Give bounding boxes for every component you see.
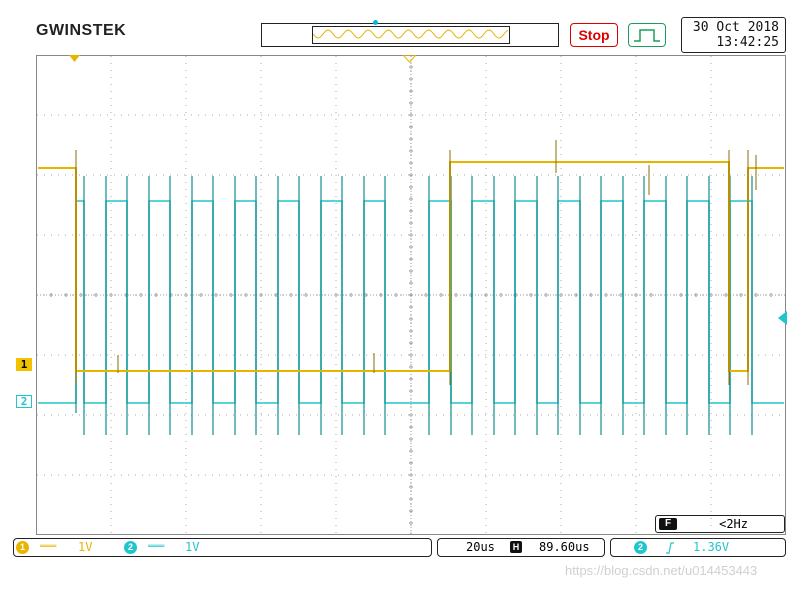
overview-waveform [312,29,509,39]
trigger-pulse-icon [634,29,660,42]
overview-position-marker [373,20,378,25]
rising-edge-icon [666,542,674,554]
ch1-ground-marker[interactable]: 1 [16,358,32,371]
timebase-status-bar[interactable]: 20us H 89.60us [437,538,605,557]
date-text: 30 Oct 2018 [692,20,779,35]
frequency-value: <2Hz [719,517,748,531]
brand-logo: GWINSTEK [36,22,127,39]
ch2-ground-marker[interactable]: 2 [16,395,32,408]
watermark: https://blog.csdn.net/u014453443 [565,563,758,578]
trigger-level-value[interactable]: 1.36V [693,539,729,556]
horizontal-position-icon: H [510,541,522,553]
trigger-status-bar[interactable]: 2 1.36V [610,538,786,557]
date-time-display: 30 Oct 2018 13:42:25 [681,17,786,53]
overview-window[interactable] [312,26,510,44]
frequency-icon: F [659,518,677,530]
trigger-source-icon: 2 [634,541,647,554]
ch2-scale[interactable]: 1V [185,539,199,556]
ch1-dc-coupling-icon: ═══ [40,542,57,552]
trigger-frequency-readout: F <2Hz [655,515,785,533]
channel-status-bar[interactable]: 1 ═══ 1V 2 ═══ 1V [13,538,432,557]
ch1-scale[interactable]: 1V [78,539,92,556]
trigger-level-marker[interactable] [778,311,787,325]
waveform-overview[interactable] [261,20,559,47]
ch2-number-icon: 2 [124,541,137,554]
time-text: 13:42:25 [716,35,779,50]
trigger-status-button[interactable] [628,23,666,47]
timebase-value[interactable]: 20us [466,539,495,556]
scope-display [36,55,786,535]
horizontal-position-value[interactable]: 89.60us [539,539,590,556]
ch2-dc-coupling-icon: ═══ [148,542,165,552]
run-stop-button[interactable]: Stop [570,23,618,47]
ch1-number-icon: 1 [16,541,29,554]
